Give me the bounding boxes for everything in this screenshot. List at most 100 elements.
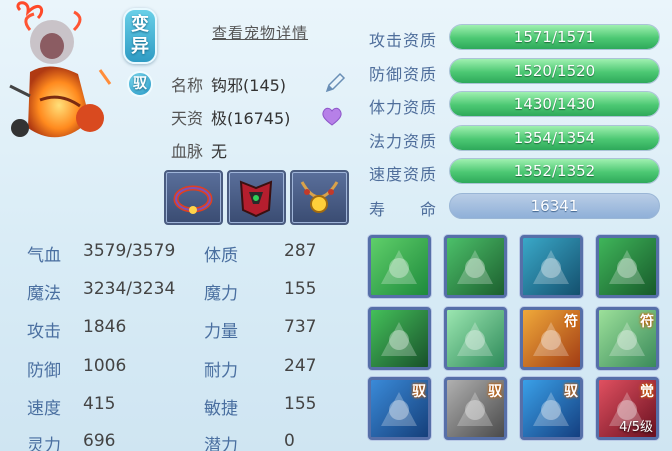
attribute-7: 耐力 247 — [204, 356, 316, 381]
pet-name-value: 钩邪(145) — [211, 76, 287, 95]
pet-portrait[interactable] — [0, 0, 130, 160]
shatter-skill-icon — [447, 310, 504, 367]
pet-bloodline-row: 血脉无 — [171, 138, 227, 162]
aptitude-label: 速度资质 — [369, 165, 438, 184]
attribute-label: 潜力 — [204, 436, 238, 451]
attribute-label: 魔力 — [204, 284, 238, 304]
attribute-value: 415 — [83, 394, 116, 414]
variant-badge: 变 异 — [123, 8, 157, 64]
attribute-2: 魔法 3234/3234 — [27, 279, 175, 304]
life-value: 16341 — [530, 197, 579, 215]
attribute-label: 气血 — [27, 246, 61, 266]
attribute-4: 攻击 1846 — [27, 317, 126, 342]
attribute-label: 力量 — [204, 322, 238, 342]
skill-slot-8[interactable]: 符 — [596, 307, 659, 370]
necklace-equipment-icon — [300, 181, 339, 213]
skill-slot-2[interactable] — [444, 235, 507, 298]
attribute-value: 737 — [284, 317, 317, 337]
attribute-8: 速度 415 — [27, 394, 115, 419]
attribute-10: 灵力 696 — [27, 431, 115, 451]
armor-equipment-icon — [239, 180, 273, 218]
skill-slot-6[interactable] — [444, 307, 507, 370]
skill-tag: 符 — [640, 314, 654, 330]
equipment-slot-2[interactable] — [227, 170, 286, 225]
aptitude-bar: 1520/1520 — [449, 58, 660, 84]
skill-tag: 驭 — [564, 384, 578, 400]
collar-equipment-icon — [173, 185, 213, 214]
attribute-label: 耐力 — [204, 361, 238, 381]
aptitude-value: 1520/1520 — [513, 62, 596, 80]
attribute-label: 魔法 — [27, 284, 61, 304]
pet-bloodline-value: 无 — [211, 142, 228, 161]
aptitude-label: 防御资质 — [369, 65, 438, 84]
aptitude-bar: 1430/1430 — [449, 91, 660, 117]
skill-slot-11[interactable]: 驭 — [520, 377, 583, 440]
pet-name-label: 名称 — [171, 76, 204, 95]
shadow-figure-skill-icon — [523, 238, 580, 295]
pet-avatar-icon — [9, 1, 112, 138]
attribute-0: 气血 3579/3579 — [27, 241, 175, 266]
attribute-value: 1006 — [83, 356, 127, 376]
green-warrior-skill-icon — [447, 238, 504, 295]
skill-slot-1[interactable] — [368, 235, 431, 298]
aptitude-value: 1354/1354 — [513, 129, 596, 147]
attribute-1: 体质 287 — [204, 241, 316, 266]
sword-skill-icon — [371, 238, 428, 295]
attribute-5: 力量 737 — [204, 317, 316, 342]
attribute-label: 防御 — [27, 361, 61, 381]
attribute-value: 3579/3579 — [83, 241, 176, 261]
attribute-value: 0 — [284, 431, 295, 451]
variant-badge-bottom: 异 — [131, 36, 149, 57]
aptitude-value: 1352/1352 — [513, 162, 596, 180]
attribute-value: 247 — [284, 356, 317, 376]
aptitude-bar: 1352/1352 — [449, 158, 660, 184]
skill-slot-4[interactable] — [596, 235, 659, 298]
attribute-value: 287 — [284, 241, 317, 261]
attribute-6: 防御 1006 — [27, 356, 126, 381]
aptitude-bar: 1571/1571 — [449, 24, 660, 50]
attribute-value: 155 — [284, 279, 317, 299]
life-bar: 16341 — [449, 193, 660, 219]
aptitude-label: 法力资质 — [369, 132, 438, 151]
view-pet-details-link[interactable]: 查看宠物详情 — [212, 22, 308, 43]
attribute-label: 攻击 — [27, 322, 61, 342]
attribute-value: 3234/3234 — [83, 279, 176, 299]
attribute-11: 潜力 0 — [204, 431, 295, 451]
pet-talent-value: 极(16745) — [211, 109, 291, 128]
attribute-value: 696 — [83, 431, 116, 451]
skill-tag: 驭 — [412, 384, 426, 400]
attribute-value: 155 — [284, 394, 317, 414]
life-label: 寿 命 — [369, 200, 438, 219]
attribute-label: 灵力 — [27, 436, 61, 451]
green-fist-skill-icon — [371, 310, 428, 367]
skill-tag: 觉 — [640, 384, 654, 400]
skill-tag: 驭 — [488, 384, 502, 400]
skill-slot-5[interactable] — [368, 307, 431, 370]
attribute-value: 1846 — [83, 317, 127, 337]
skill-slot-12[interactable]: 觉 4/5级 — [596, 377, 659, 440]
attribute-9: 敏捷 155 — [204, 394, 316, 419]
pet-name-row: 名称 钩邪(145) — [171, 72, 286, 96]
rename-pen-icon[interactable] — [322, 70, 348, 96]
skill-level: 4/5级 — [619, 420, 653, 435]
aptitude-value: 1571/1571 — [513, 28, 596, 46]
skill-slot-9[interactable]: 驭 — [368, 377, 431, 440]
aptitude-bar: 1354/1354 — [449, 125, 660, 151]
talent-heart-icon[interactable] — [320, 104, 344, 128]
attribute-label: 敏捷 — [204, 399, 238, 419]
skill-slot-10[interactable]: 驭 — [444, 377, 507, 440]
variant-badge-top: 变 — [131, 14, 149, 35]
attribute-label: 体质 — [204, 246, 238, 266]
equipment-slot-1[interactable] — [164, 170, 223, 225]
attribute-label: 速度 — [27, 399, 61, 419]
aptitude-value: 1430/1430 — [513, 95, 596, 113]
pet-talent-label: 天资 — [171, 109, 204, 128]
skill-slot-7[interactable]: 符 — [520, 307, 583, 370]
attribute-3: 魔力 155 — [204, 279, 316, 304]
skill-tag: 符 — [564, 314, 578, 330]
aptitude-label: 攻击资质 — [369, 31, 438, 50]
skill-slot-3[interactable] — [520, 235, 583, 298]
yu-badge: 驭 — [127, 71, 153, 97]
knight-skill-icon — [599, 238, 656, 295]
equipment-slot-3[interactable] — [290, 170, 349, 225]
